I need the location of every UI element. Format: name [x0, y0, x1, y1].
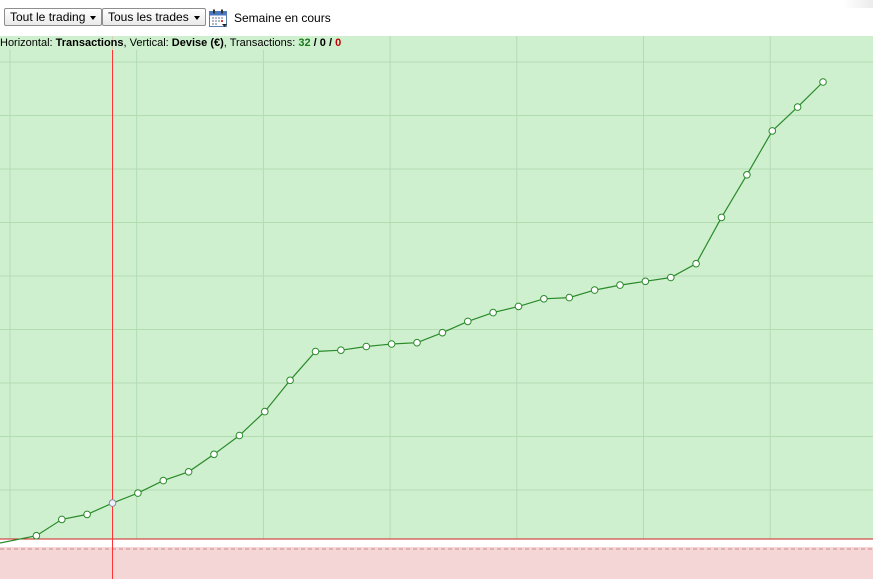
trading-scope-label: Tout le trading	[10, 10, 86, 24]
data-point[interactable]	[616, 281, 624, 289]
separator: /	[310, 37, 320, 49]
data-point[interactable]	[362, 342, 371, 351]
data-point[interactable]	[540, 295, 548, 303]
transactions-prefix: , Transactions:	[223, 37, 299, 49]
toolbar: Tout le trading Tous les trades Semaine …	[0, 0, 873, 36]
period-label: Semaine en cours	[234, 11, 331, 25]
data-point[interactable]	[159, 476, 168, 485]
corner-shadow	[843, 0, 873, 8]
data-point[interactable]	[514, 302, 523, 311]
data-point[interactable]	[717, 213, 726, 222]
data-point[interactable]	[210, 450, 218, 459]
data-point[interactable]	[387, 340, 396, 348]
data-point[interactable]	[311, 347, 320, 356]
data-point[interactable]	[793, 103, 802, 111]
horizontal-prefix: Horizontal:	[0, 37, 56, 49]
chart-caption: Horizontal: Transactions, Vertical: Devi…	[0, 36, 344, 50]
vertical-value: Devise (€)	[171, 37, 224, 49]
calendar-icon[interactable]	[209, 9, 228, 28]
horizontal-value: Transactions	[55, 37, 124, 49]
data-point[interactable]	[337, 346, 345, 355]
trading-scope-dropdown[interactable]: Tout le trading	[4, 8, 103, 26]
loss-area	[0, 547, 873, 579]
trades-filter-dropdown[interactable]: Tous les trades	[102, 8, 206, 26]
data-point[interactable]	[464, 317, 472, 326]
data-point[interactable]	[184, 468, 193, 476]
data-point[interactable]	[413, 338, 421, 347]
data-point[interactable]	[83, 510, 91, 519]
data-point[interactable]	[134, 489, 142, 497]
chevron-down-icon	[193, 16, 200, 20]
data-point[interactable]	[641, 277, 650, 286]
data-point[interactable]	[108, 499, 117, 507]
separator: /	[325, 37, 336, 49]
data-point[interactable]	[692, 259, 700, 268]
data-point[interactable]	[58, 515, 66, 524]
transactions-total: 32	[298, 37, 311, 49]
profit-area	[0, 36, 873, 539]
data-point[interactable]	[819, 78, 827, 86]
data-point[interactable]	[235, 431, 244, 440]
data-point[interactable]	[438, 328, 447, 337]
vertical-prefix: , Vertical:	[123, 37, 172, 49]
chevron-down-icon	[90, 16, 97, 20]
data-point[interactable]	[286, 376, 294, 385]
data-point[interactable]	[768, 127, 777, 135]
equity-chart[interactable]	[0, 36, 873, 579]
data-point[interactable]	[565, 293, 574, 302]
trades-filter-label: Tous les trades	[108, 10, 189, 24]
data-point[interactable]	[667, 273, 675, 282]
data-point[interactable]	[32, 531, 41, 540]
period-selector[interactable]: Semaine en cours	[209, 8, 331, 28]
data-point[interactable]	[590, 286, 599, 294]
data-point[interactable]	[743, 171, 751, 179]
data-point[interactable]	[261, 407, 269, 416]
data-point[interactable]	[489, 308, 497, 317]
transactions-loss: 0	[335, 37, 342, 49]
